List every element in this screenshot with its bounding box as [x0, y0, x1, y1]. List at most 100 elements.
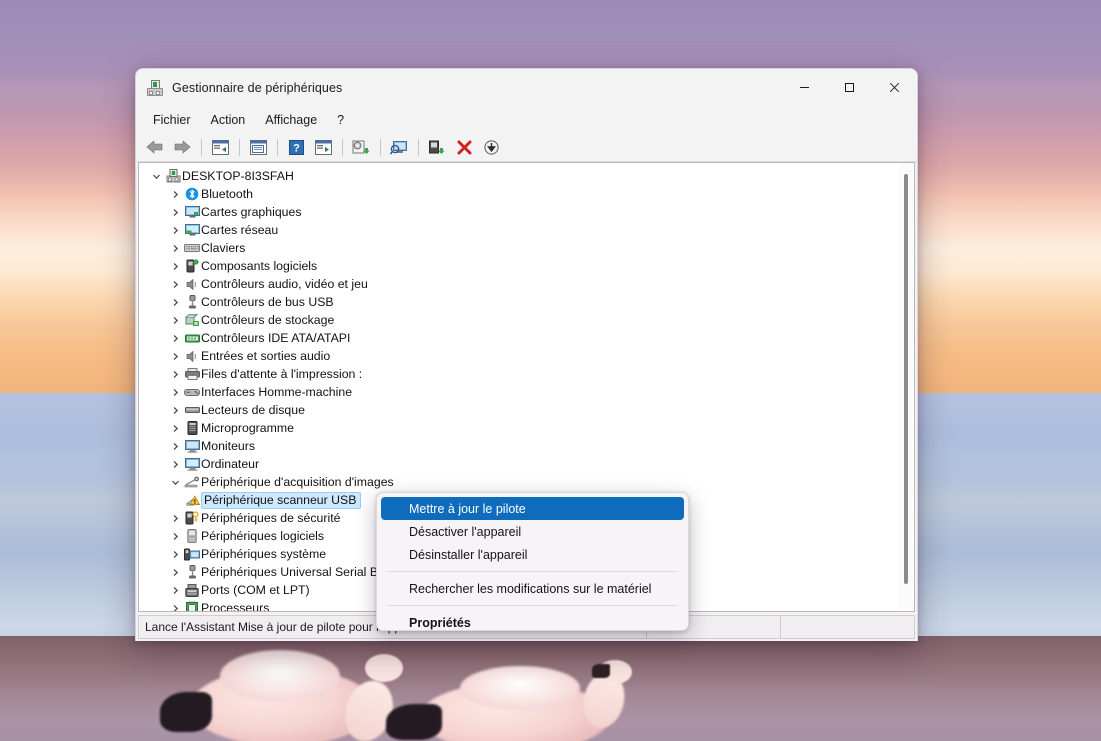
tree-item-cartes-reseau[interactable]: Cartes réseau: [139, 221, 899, 239]
ctx-properties[interactable]: Propriétés: [381, 611, 684, 630]
tree-item-interfaces-homme-machine[interactable]: Interfaces Homme-machine: [139, 383, 899, 401]
tree-item-label: Contrôleurs de stockage: [201, 313, 335, 327]
chevron-right-icon[interactable]: [167, 406, 183, 415]
chevron-right-icon[interactable]: [167, 226, 183, 235]
port-icon: [183, 583, 201, 597]
ctx-update-driver[interactable]: Mettre à jour le pilote: [381, 497, 684, 520]
tree-scrollbar-thumb[interactable]: [904, 174, 908, 584]
tree-item-controleurs-stockage[interactable]: Contrôleurs de stockage: [139, 311, 899, 329]
tree-item-label: Moniteurs: [201, 439, 255, 453]
chevron-right-icon[interactable]: [167, 262, 183, 271]
tree-item-lecteurs-de-disque[interactable]: Lecteurs de disque: [139, 401, 899, 419]
chevron-right-icon[interactable]: [167, 280, 183, 289]
chevron-right-icon[interactable]: [167, 442, 183, 451]
chevron-down-icon[interactable]: [148, 172, 164, 181]
chevron-right-icon[interactable]: [167, 586, 183, 595]
printer-icon: [183, 368, 201, 380]
tree-item-label: Files d'attente à l'impression :: [201, 367, 363, 381]
context-menu[interactable]: Mettre à jour le pilote Désactiver l'app…: [376, 492, 689, 631]
minimize-button[interactable]: [782, 69, 827, 106]
chevron-right-icon[interactable]: [167, 604, 183, 611]
maximize-button[interactable]: [827, 69, 872, 106]
chevron-right-icon[interactable]: [167, 388, 183, 397]
chevron-right-icon[interactable]: [167, 244, 183, 253]
close-button[interactable]: [872, 69, 917, 106]
tree-item-controleurs-ide-ata-atapi[interactable]: Contrôleurs IDE ATA/ATAPI: [139, 329, 899, 347]
properties-button[interactable]: [245, 135, 271, 159]
chevron-right-icon[interactable]: [167, 190, 183, 199]
chevron-right-icon[interactable]: [167, 370, 183, 379]
network-adapter-icon: [183, 223, 201, 237]
ctx-uninstall-device[interactable]: Désinstaller l'appareil: [381, 543, 684, 566]
show-hide-console-tree-button[interactable]: [207, 135, 233, 159]
menu-action[interactable]: Action: [202, 110, 255, 130]
chevron-right-icon[interactable]: [167, 550, 183, 559]
tree-item-label: Périphériques de sécurité: [201, 511, 341, 525]
window-controls: [782, 69, 917, 106]
bluetooth-icon: [183, 187, 201, 201]
tree-item-moniteurs[interactable]: Moniteurs: [139, 437, 899, 455]
tree-item-label: Périphérique d'acquisition d'images: [201, 475, 394, 489]
tree-item-label: Composants logiciels: [201, 259, 318, 273]
menu-bar: Fichier Action Affichage ?: [136, 106, 917, 133]
chevron-right-icon[interactable]: [167, 460, 183, 469]
tree-item-microprogramme[interactable]: Microprogramme: [139, 419, 899, 437]
tree-scrollbar[interactable]: [899, 164, 913, 610]
toolbar-separator: [380, 138, 381, 156]
tree-item-label: Contrôleurs IDE ATA/ATAPI: [201, 331, 351, 345]
show-hide-action-pane-button[interactable]: [310, 135, 336, 159]
tree-item-label: Interfaces Homme-machine: [201, 385, 353, 399]
window-title: Gestionnaire de périphériques: [172, 80, 343, 95]
uninstall-device-button[interactable]: [451, 135, 477, 159]
tree-item-entrees-sorties-audio[interactable]: Entrées et sorties audio: [139, 347, 899, 365]
disable-device-button[interactable]: [478, 135, 504, 159]
chevron-right-icon[interactable]: [167, 316, 183, 325]
back-button[interactable]: [142, 135, 168, 159]
monitor-icon: [183, 439, 201, 453]
tree-item-label: Périphérique scanneur USB: [201, 491, 362, 509]
wallpaper-shore: [0, 636, 1101, 741]
software-component-icon: [183, 259, 201, 273]
chevron-right-icon[interactable]: [167, 208, 183, 217]
chevron-right-icon[interactable]: [167, 514, 183, 523]
context-menu-separator: [387, 605, 678, 606]
tree-item-claviers[interactable]: Claviers: [139, 239, 899, 257]
scan-hardware-changes-button[interactable]: [386, 135, 412, 159]
enable-device-button[interactable]: [424, 135, 450, 159]
ctx-scan-hardware-changes[interactable]: Rechercher les modifications sur le maté…: [381, 577, 684, 600]
device-manager-icon: [147, 79, 163, 96]
menu-help[interactable]: ?: [328, 110, 353, 130]
chevron-right-icon[interactable]: [167, 568, 183, 577]
speaker-icon: [183, 278, 201, 291]
desktop: Gestionnaire de périphériques Fichier Ac…: [0, 0, 1101, 741]
help-button[interactable]: ?: [283, 135, 309, 159]
tree-item-cartes-graphiques[interactable]: Cartes graphiques: [139, 203, 899, 221]
tree-item-peripherique-acquisition-images[interactable]: Périphérique d'acquisition d'images: [139, 473, 899, 491]
chevron-right-icon[interactable]: [167, 532, 183, 541]
chevron-right-icon[interactable]: [167, 298, 183, 307]
title-bar[interactable]: Gestionnaire de périphériques: [136, 69, 917, 106]
toolbar: ?: [136, 133, 917, 162]
menu-fichier[interactable]: Fichier: [144, 110, 200, 130]
chevron-right-icon[interactable]: [167, 352, 183, 361]
chevron-down-icon[interactable]: [167, 478, 183, 487]
chevron-right-icon[interactable]: [167, 334, 183, 343]
ctx-disable-device[interactable]: Désactiver l'appareil: [381, 520, 684, 543]
toolbar-separator: [201, 138, 202, 156]
tree-item-composants-logiciels[interactable]: Composants logiciels: [139, 257, 899, 275]
menu-affichage[interactable]: Affichage: [256, 110, 326, 130]
tree-item-files-attente-impression[interactable]: Files d'attente à l'impression :: [139, 365, 899, 383]
tree-item-controleurs-audio-video-jeu[interactable]: Contrôleurs audio, vidéo et jeu: [139, 275, 899, 293]
update-driver-button[interactable]: [348, 135, 374, 159]
tree-item-label: Contrôleurs de bus USB: [201, 295, 334, 309]
tree-item-ordinateur[interactable]: Ordinateur: [139, 455, 899, 473]
tree-item-root[interactable]: DESKTOP-8I3SFAH: [139, 167, 899, 185]
tree-item-controleurs-bus-usb[interactable]: Contrôleurs de bus USB: [139, 293, 899, 311]
chevron-right-icon[interactable]: [167, 424, 183, 433]
status-pane-2: [780, 616, 914, 638]
forward-button[interactable]: [169, 135, 195, 159]
keyboard-icon: [183, 243, 201, 253]
tree-item-bluetooth[interactable]: Bluetooth: [139, 185, 899, 203]
firmware-icon: [183, 421, 201, 435]
toolbar-separator: [342, 138, 343, 156]
